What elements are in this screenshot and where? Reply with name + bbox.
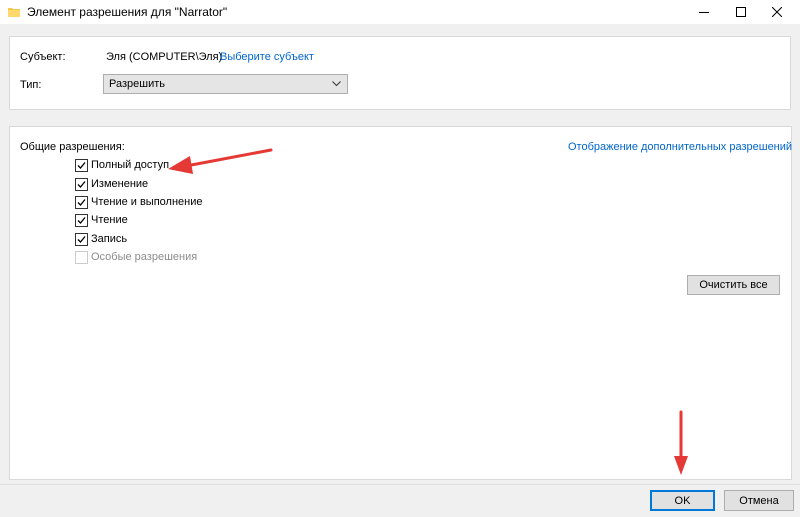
folder-icon	[8, 8, 20, 17]
principal-label: Субъект:	[20, 51, 66, 63]
window-title: Элемент разрешения для "Narrator"	[27, 5, 228, 19]
checkmark-icon	[77, 199, 86, 206]
close-icon	[772, 7, 782, 17]
checkmark-icon	[77, 181, 86, 188]
type-select[interactable]: Разрешить	[103, 74, 348, 94]
checkbox-label: Чтение	[91, 214, 128, 226]
checkbox-label: Чтение и выполнение	[91, 196, 203, 208]
principal-panel	[9, 36, 791, 110]
type-label: Тип:	[20, 79, 42, 91]
permissions-heading: Общие разрешения:	[20, 141, 125, 153]
type-select-value: Разрешить	[109, 78, 165, 90]
checkbox[interactable]	[75, 233, 88, 246]
checkmark-icon	[77, 217, 86, 224]
checkbox-label: Особые разрешения	[91, 251, 198, 263]
checkmark-icon	[77, 162, 86, 169]
cancel-button[interactable]: Отмена	[724, 490, 794, 511]
minimize-icon	[699, 12, 709, 13]
ok-button[interactable]: OK	[650, 490, 715, 511]
checkbox[interactable]	[75, 196, 88, 209]
select-principal-link[interactable]: Выберите субъект	[220, 51, 314, 63]
checkbox[interactable]	[75, 159, 88, 172]
minimize-button[interactable]	[688, 0, 720, 24]
checkbox[interactable]	[75, 214, 88, 227]
maximize-icon	[736, 7, 746, 17]
maximize-button[interactable]	[725, 0, 757, 24]
checkbox-label: Изменение	[91, 178, 149, 190]
checkbox[interactable]	[75, 178, 88, 191]
chevron-down-icon	[332, 81, 341, 87]
checkbox-label: Запись	[91, 233, 128, 245]
checkmark-icon	[77, 236, 86, 243]
title-bar: Элемент разрешения для "Narrator"	[0, 0, 800, 24]
checkbox-label: Полный доступ	[91, 159, 170, 171]
principal-value: Эля (COMPUTER\Эля)	[106, 51, 223, 63]
checkbox	[75, 251, 88, 264]
close-button[interactable]	[761, 0, 793, 24]
advanced-permissions-link[interactable]: Отображение дополнительных разрешений	[568, 141, 792, 153]
clear-all-button[interactable]: Очистить все	[687, 275, 780, 295]
